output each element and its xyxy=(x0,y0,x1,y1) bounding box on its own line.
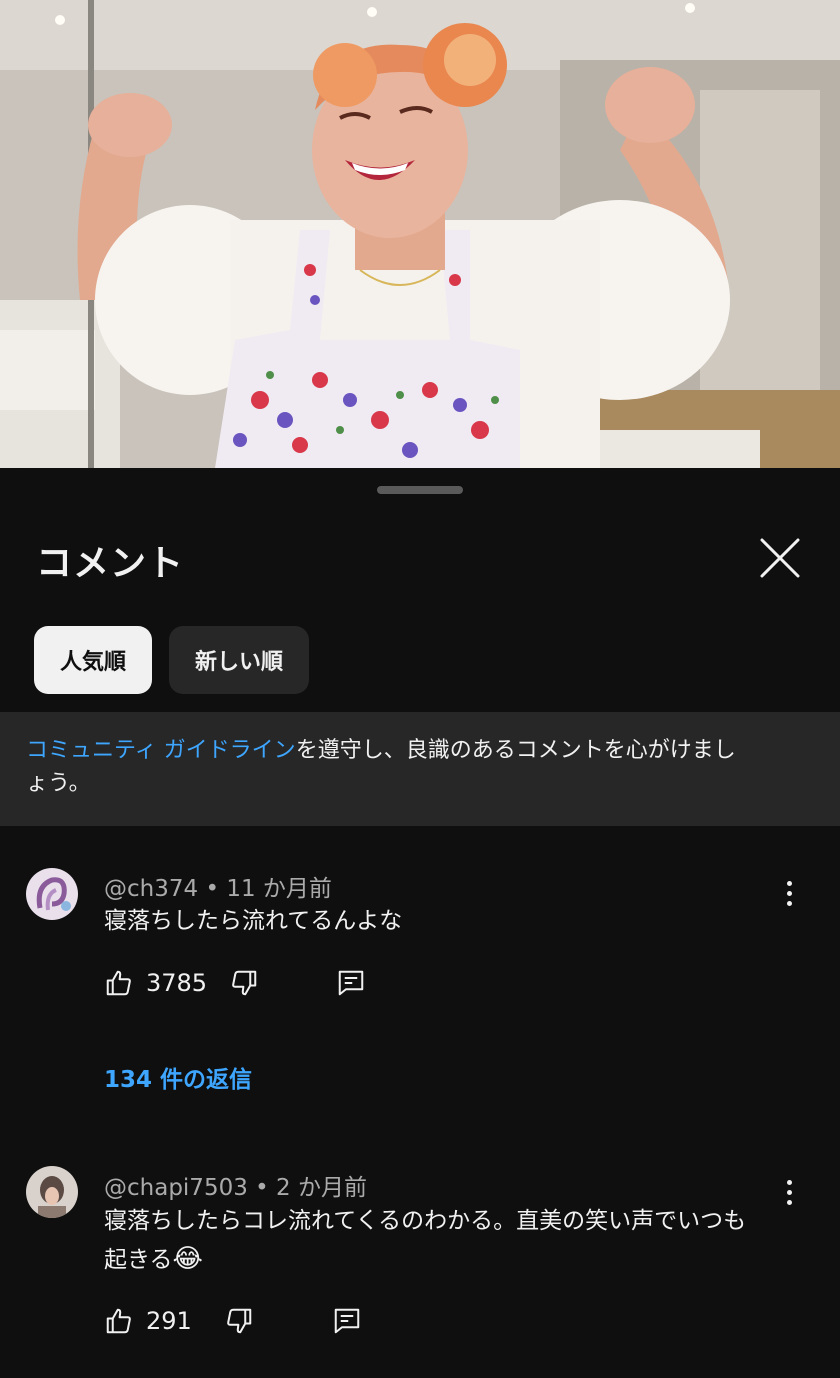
comment-text: 寝落ちしたらコレ流れてくるのわかる。直美の笑い声でいつも 起きる😂 xyxy=(104,1202,794,1279)
comment-time: 2 か月前 xyxy=(276,1175,367,1201)
like-button[interactable]: 291 xyxy=(104,1306,192,1336)
comment-text: 寝落ちしたら流れてるんよな xyxy=(104,908,403,934)
avatar-image xyxy=(26,1166,78,1218)
comment-meta: @ch374 • 11 か月前 xyxy=(104,869,332,903)
video-player[interactable] xyxy=(0,0,840,468)
meta-separator: • xyxy=(255,1175,269,1201)
community-guidelines-link[interactable]: コミュニティ ガイドライン xyxy=(26,738,296,763)
dislike-icon xyxy=(232,970,257,996)
comment-actions: 291 xyxy=(104,1306,404,1346)
notice-text: を遵守し、良識のあるコメントを心がけまし xyxy=(295,738,736,763)
sort-chip-popular[interactable]: 人気順 xyxy=(34,626,153,694)
avatar[interactable] xyxy=(26,868,78,920)
avatar-image xyxy=(26,868,78,920)
close-icon xyxy=(760,538,800,578)
like-icon xyxy=(106,1308,131,1334)
comment-text-line: 寝落ちしたらコレ流れてくるのわかる。直美の笑い声でいつも xyxy=(104,1208,747,1234)
more-vert-icon xyxy=(786,1179,792,1205)
drag-handle[interactable] xyxy=(377,486,463,494)
view-replies-link[interactable]: 134 件の返信 xyxy=(104,1060,252,1094)
like-count: 291 xyxy=(146,1307,192,1335)
comment-actions: 3785 xyxy=(104,968,404,1008)
comment-author[interactable]: @chapi7503 xyxy=(104,1175,248,1201)
notice-text-continued: ょう。 xyxy=(26,771,91,796)
like-count: 3785 xyxy=(146,969,208,997)
dislike-icon xyxy=(227,1308,252,1334)
reply-button[interactable] xyxy=(332,1306,362,1336)
dislike-button[interactable] xyxy=(224,1306,254,1336)
reply-button[interactable] xyxy=(336,968,366,998)
sheet-title: コメント xyxy=(36,543,185,584)
reply-icon xyxy=(334,1308,360,1334)
comment-text-line: 起きる😂 xyxy=(104,1244,203,1274)
comment-author[interactable]: @ch374 xyxy=(104,876,198,902)
community-guidelines-notice: コミュニティ ガイドラインを遵守し、良識のあるコメントを心がけまし ょう。 xyxy=(0,712,840,826)
close-button[interactable] xyxy=(756,534,804,582)
laughing-emoji: 😂 xyxy=(172,1244,203,1274)
avatar[interactable] xyxy=(26,1166,78,1218)
video-frame-image xyxy=(0,0,840,468)
sort-chips: 人気順 新しい順 xyxy=(34,626,310,694)
comments-sheet: コメント 人気順 新しい順 コミュニティ ガイドラインを遵守し、良識のあるコメン… xyxy=(0,468,840,1378)
sort-chip-newest[interactable]: 新しい順 xyxy=(169,626,310,694)
dislike-button[interactable] xyxy=(229,968,259,998)
reply-icon xyxy=(338,970,364,996)
comment-time: 11 か月前 xyxy=(226,876,332,902)
meta-separator: • xyxy=(205,876,220,902)
comment-meta: @chapi7503 • 2 か月前 xyxy=(104,1168,367,1202)
like-icon xyxy=(106,970,131,996)
like-button[interactable]: 3785 xyxy=(104,968,207,998)
